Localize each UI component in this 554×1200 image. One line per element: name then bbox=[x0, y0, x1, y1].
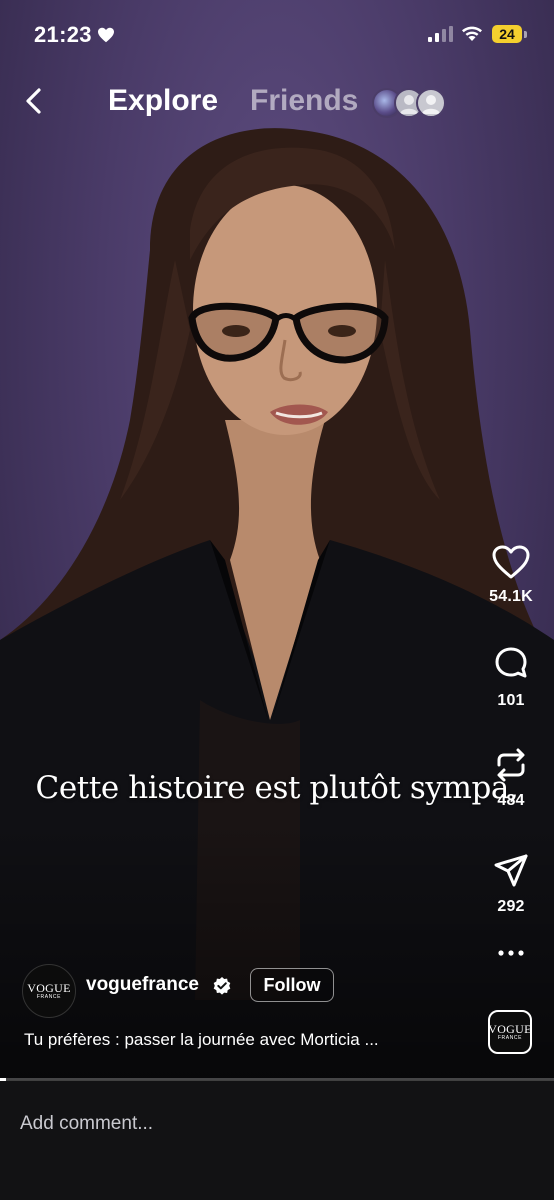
repost-count: 484 bbox=[497, 792, 525, 809]
send-icon bbox=[494, 854, 528, 887]
person-icon bbox=[422, 95, 440, 114]
audio-logo: VOGUE bbox=[488, 1021, 532, 1036]
verified-badge-icon bbox=[213, 977, 231, 995]
chevron-left-icon bbox=[26, 88, 41, 114]
audio-thumbnail[interactable]: VOGUE FRANCE bbox=[488, 1010, 532, 1054]
battery-cap bbox=[524, 31, 527, 38]
add-comment-input[interactable] bbox=[20, 1109, 520, 1139]
more-options-button[interactable] bbox=[480, 948, 542, 958]
like-count: 54.1K bbox=[489, 588, 533, 605]
tab-explore[interactable]: Explore bbox=[108, 84, 218, 118]
status-time: 21:23 bbox=[34, 22, 92, 47]
author-avatar[interactable]: VOGUE FRANCE bbox=[22, 964, 76, 1018]
heart-icon bbox=[98, 27, 114, 43]
comment-count: 101 bbox=[497, 692, 525, 709]
friends-avatars[interactable] bbox=[372, 88, 452, 118]
share-button[interactable]: 292 bbox=[480, 852, 542, 916]
post-description[interactable]: Tu préfères : passer la journée avec Mor… bbox=[24, 1030, 464, 1050]
more-icon bbox=[498, 950, 524, 956]
tab-friends[interactable]: Friends bbox=[250, 84, 358, 118]
cellular-signal-icon bbox=[428, 26, 453, 42]
audio-logo-sub: FRANCE bbox=[497, 1034, 523, 1041]
share-count: 292 bbox=[497, 898, 525, 915]
comment-bar bbox=[0, 1081, 554, 1200]
comment-icon bbox=[495, 647, 527, 678]
heart-icon bbox=[492, 545, 530, 579]
friend-avatar-placeholder bbox=[416, 88, 446, 118]
reel-screen: 21:23 24 Explore Friends Cette histoire … bbox=[0, 0, 554, 1200]
battery-indicator: 24 bbox=[492, 25, 522, 43]
repost-icon bbox=[497, 748, 525, 782]
author-username[interactable]: voguefrance bbox=[86, 974, 199, 996]
avatar-logo: VOGUE bbox=[27, 980, 71, 995]
status-bar: 21:23 24 bbox=[0, 0, 554, 70]
comment-button[interactable]: 101 bbox=[480, 646, 542, 710]
video-caption: Cette histoire est plutôt sympa, bbox=[35, 770, 519, 806]
follow-button[interactable]: Follow bbox=[250, 968, 334, 1002]
repost-button[interactable]: 484 bbox=[480, 746, 542, 810]
like-button[interactable]: 54.1K bbox=[480, 544, 542, 606]
back-button[interactable] bbox=[18, 84, 52, 118]
wifi-icon bbox=[462, 26, 482, 41]
avatar-logo-sub: FRANCE bbox=[36, 993, 62, 1000]
video-player[interactable] bbox=[0, 0, 554, 1080]
